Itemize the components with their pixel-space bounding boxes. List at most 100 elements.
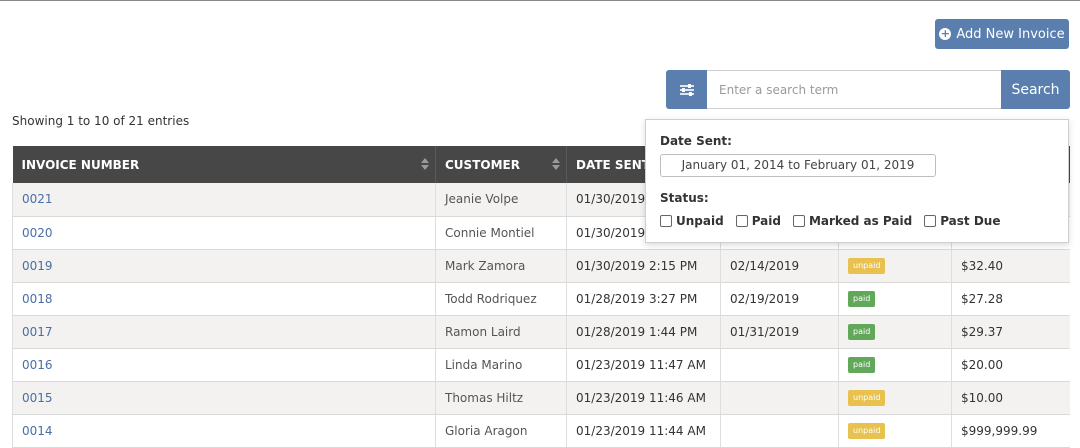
date-sent-cell: 01/30/2019 2:15 PM xyxy=(576,258,698,273)
sliders-icon xyxy=(679,83,694,96)
table-row[interactable]: 0018 Todd Rodriquez 01/28/2019 3:27 PM 02/1… xyxy=(12,282,1070,316)
amount-cell: $27.28 xyxy=(951,282,1070,316)
customer-cell: Jeanie Volpe xyxy=(445,192,519,207)
invoice-number-cell: 0014 xyxy=(12,414,436,448)
checkbox-box[interactable] xyxy=(735,215,748,227)
date-sent-cell: 01/30/2019 xyxy=(576,192,646,207)
date-sent-cell: 01/23/2019 11:47 AM xyxy=(576,357,706,372)
amount-cell: $27.28 xyxy=(961,291,1003,306)
date-sent-cell: 01/28/2019 1:44 PM xyxy=(566,315,721,349)
status-badge: paid xyxy=(848,291,876,307)
search-button-label: Search xyxy=(1011,81,1060,98)
date-sent-cell: 01/28/2019 3:27 PM xyxy=(566,282,721,316)
customer-cell: Connie Montiel xyxy=(445,225,535,240)
sort-icon xyxy=(421,158,429,170)
checkbox-label: Marked as Paid xyxy=(808,214,913,228)
customer-cell: Ramon Laird xyxy=(445,324,521,339)
due-date-cell xyxy=(720,348,839,382)
filter-toggle-button[interactable] xyxy=(666,70,707,109)
column-header-label: INVOICE NUMBER xyxy=(21,157,140,172)
date-sent-cell: 01/30/2019 2:15 PM xyxy=(566,249,721,283)
amount-cell: $32.40 xyxy=(961,258,1003,273)
invoice-number-link[interactable]: 0017 xyxy=(22,325,53,339)
column-header-label: CUSTOMER xyxy=(445,157,520,172)
invoice-number-cell: 0018 xyxy=(12,282,436,316)
table-row[interactable]: 0016 Linda Marino 01/23/2019 11:47 AM paid $… xyxy=(12,348,1070,382)
due-date-cell: 02/14/2019 xyxy=(730,258,800,273)
amount-cell: $10.00 xyxy=(951,381,1070,415)
date-sent-cell: 01/30/2019 xyxy=(576,225,646,240)
sort-icon xyxy=(552,158,560,170)
invoice-number-link[interactable]: 0014 xyxy=(22,424,53,438)
customer-cell: Jeanie Volpe xyxy=(435,183,567,217)
invoice-number-link[interactable]: 0018 xyxy=(22,292,53,306)
invoice-number-cell: 0021 xyxy=(12,183,436,217)
customer-cell: Thomas Hiltz xyxy=(445,390,524,405)
due-date-cell: 02/19/2019 xyxy=(730,291,800,306)
add-new-invoice-label: Add New Invoice xyxy=(956,26,1065,42)
checkbox-box[interactable] xyxy=(924,215,937,227)
status-badge: unpaid xyxy=(848,423,886,439)
search-input[interactable] xyxy=(707,70,1001,109)
date-sent-cell: 01/23/2019 11:44 AM xyxy=(566,414,721,448)
column-header-customer[interactable]: CUSTOMER xyxy=(435,146,567,183)
invoice-number-link[interactable]: 0021 xyxy=(22,192,53,206)
customer-cell: Mark Zamora xyxy=(445,258,526,273)
amount-cell: $999,999.99 xyxy=(951,414,1070,448)
invoice-number-link[interactable]: 0016 xyxy=(22,358,53,372)
checkbox-box[interactable] xyxy=(792,215,805,227)
date-sent-cell: 01/28/2019 3:27 PM xyxy=(576,291,698,306)
column-header-invoice-number[interactable]: INVOICE NUMBER xyxy=(12,146,436,183)
amount-cell: $32.40 xyxy=(951,249,1070,283)
filter-dropdown-panel: Date Sent: January 01, 2014 to February … xyxy=(645,119,1069,243)
customer-cell: Thomas Hiltz xyxy=(435,381,567,415)
amount-cell: $999,999.99 xyxy=(961,423,1038,438)
customer-cell: Linda Marino xyxy=(445,357,523,372)
table-row[interactable]: 0017 Ramon Laird 01/28/2019 1:44 PM 01/31/2… xyxy=(12,315,1070,349)
date-sent-cell: 01/23/2019 11:44 AM xyxy=(576,423,706,438)
invoice-number-link[interactable]: 0015 xyxy=(22,391,53,405)
checkbox-unpaid[interactable]: Unpaid xyxy=(660,214,724,228)
checkbox-label: Unpaid xyxy=(676,214,724,228)
column-header-label: DATE SENT xyxy=(576,157,650,172)
customer-cell: Mark Zamora xyxy=(435,249,567,283)
date-sent-cell: 01/23/2019 11:47 AM xyxy=(566,348,721,382)
invoice-number-link[interactable]: 0020 xyxy=(22,226,53,240)
customer-cell: Ramon Laird xyxy=(435,315,567,349)
checkbox-box[interactable] xyxy=(660,215,672,227)
amount-cell: $29.37 xyxy=(961,324,1003,339)
invoice-number-link[interactable]: 0019 xyxy=(22,259,53,273)
status-cell: paid xyxy=(838,315,952,349)
due-date-cell: 02/19/2019 xyxy=(720,282,839,316)
invoice-number-cell: 0015 xyxy=(12,381,436,415)
status-cell: paid xyxy=(838,282,952,316)
invoice-number-cell: 0019 xyxy=(12,249,436,283)
due-date-cell xyxy=(720,381,839,415)
date-range-field[interactable]: January 01, 2014 to February 01, 2019 xyxy=(660,154,936,177)
table-row[interactable]: 0019 Mark Zamora 01/30/2019 2:15 PM 02/14/2… xyxy=(12,249,1070,283)
search-button[interactable]: Search xyxy=(1001,70,1070,109)
date-sent-label: Date Sent: xyxy=(660,134,732,148)
invoice-number-cell: 0016 xyxy=(12,348,436,382)
customer-cell: Todd Rodriquez xyxy=(435,282,567,316)
status-badge: unpaid xyxy=(848,390,886,406)
status-label: Status: xyxy=(660,191,709,205)
customer-cell: Todd Rodriquez xyxy=(445,291,537,306)
customer-cell: Gloria Aragon xyxy=(445,423,528,438)
due-date-cell: 01/31/2019 xyxy=(720,315,839,349)
checkbox-marked-as-paid[interactable]: Marked as Paid xyxy=(792,214,913,228)
table-row[interactable]: 0015 Thomas Hiltz 01/23/2019 11:46 AM unpai… xyxy=(12,381,1070,415)
add-new-invoice-button[interactable]: + Add New Invoice xyxy=(935,19,1069,49)
checkbox-past-due[interactable]: Past Due xyxy=(924,214,1000,228)
table-row[interactable]: 0014 Gloria Aragon 01/23/2019 11:44 AM unpa… xyxy=(12,414,1070,448)
invoice-number-cell: 0017 xyxy=(12,315,436,349)
date-sent-cell: 01/23/2019 11:46 AM xyxy=(566,381,721,415)
customer-cell: Linda Marino xyxy=(435,348,567,382)
due-date-cell xyxy=(720,414,839,448)
checkbox-label: Paid xyxy=(751,214,781,228)
due-date-cell: 01/31/2019 xyxy=(730,324,800,339)
customer-cell: Gloria Aragon xyxy=(435,414,567,448)
checkbox-paid[interactable]: Paid xyxy=(735,214,781,228)
amount-cell: $20.00 xyxy=(961,357,1003,372)
invoice-number-cell: 0020 xyxy=(12,216,436,250)
